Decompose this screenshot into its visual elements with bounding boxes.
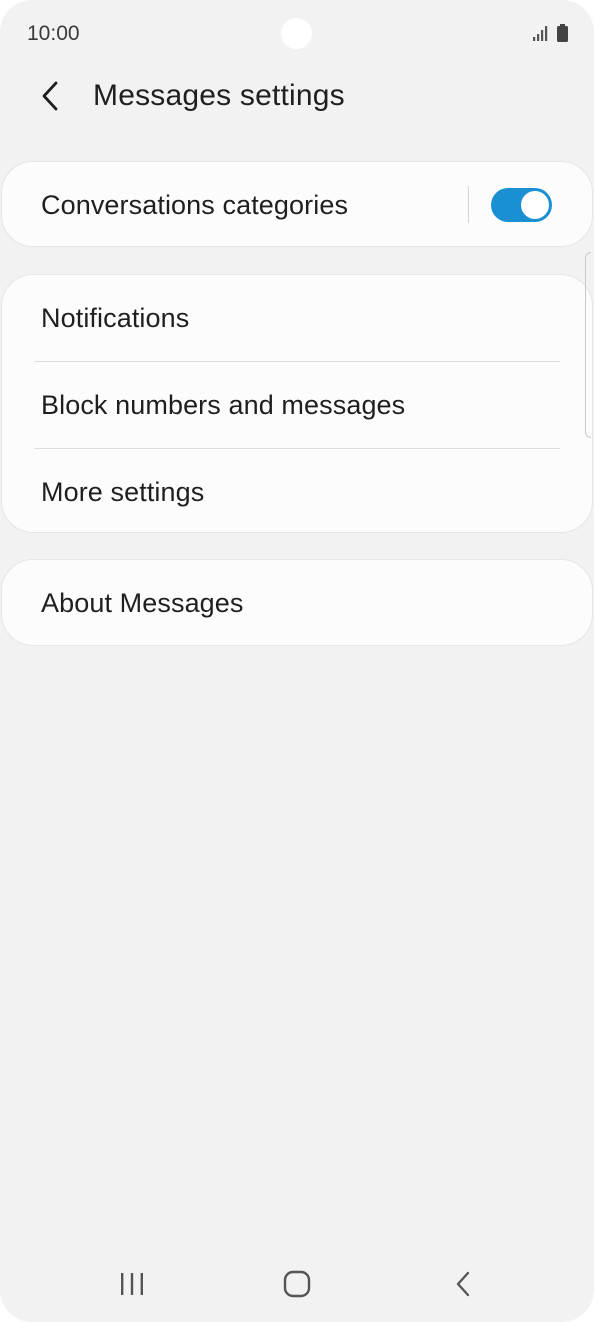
conversations-categories-toggle[interactable] xyxy=(491,188,552,222)
system-back-button[interactable] xyxy=(441,1266,485,1302)
chevron-left-icon xyxy=(42,81,58,111)
block-numbers-row[interactable]: Block numbers and messages xyxy=(2,362,592,448)
about-card: About Messages xyxy=(1,559,593,646)
signal-icon xyxy=(533,26,548,41)
battery-icon xyxy=(557,24,568,42)
more-settings-row[interactable]: More settings xyxy=(2,449,592,535)
more-settings-label: More settings xyxy=(41,476,205,507)
settings-group-card: Notifications Block numbers and messages… xyxy=(1,274,593,533)
conversations-categories-card: Conversations categories xyxy=(1,161,593,247)
status-bar: 10:00 xyxy=(0,0,594,68)
header: Messages settings xyxy=(0,66,594,128)
page-title: Messages settings xyxy=(93,79,345,112)
about-messages-label: About Messages xyxy=(41,587,244,618)
conversations-categories-row[interactable]: Conversations categories xyxy=(2,162,592,248)
scroll-indicator[interactable] xyxy=(585,252,591,438)
recents-button[interactable] xyxy=(110,1266,154,1302)
home-button[interactable] xyxy=(275,1266,319,1302)
status-time: 10:00 xyxy=(27,22,80,45)
back-icon xyxy=(456,1271,470,1297)
block-numbers-label: Block numbers and messages xyxy=(41,389,406,420)
toggle-divider xyxy=(468,186,469,223)
front-camera xyxy=(281,18,312,49)
about-messages-row[interactable]: About Messages xyxy=(2,560,592,646)
recents-icon xyxy=(121,1273,143,1295)
toggle-knob xyxy=(519,189,551,221)
notifications-row[interactable]: Notifications xyxy=(2,275,592,361)
notifications-label: Notifications xyxy=(41,302,190,333)
navigation-bar xyxy=(0,1250,594,1322)
back-button[interactable] xyxy=(30,76,70,116)
conversations-categories-label: Conversations categories xyxy=(41,189,349,220)
phone-screen: 10:00 Messages settings Conversations ca… xyxy=(0,0,594,1322)
home-icon xyxy=(283,1270,311,1298)
